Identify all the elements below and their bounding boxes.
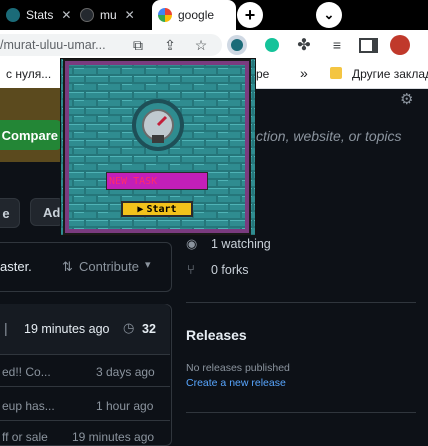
share-icon[interactable]: ⇪ xyxy=(160,35,180,55)
tab-search-chevron-down-icon[interactable]: ⌄ xyxy=(316,2,342,28)
tab-label: Stats xyxy=(26,8,54,22)
tab-github[interactable]: mu ✕ xyxy=(80,0,152,30)
extensions-puzzle-icon[interactable]: ✤ xyxy=(294,35,314,55)
create-release-link[interactable]: Create a new release xyxy=(186,377,286,389)
gauge-timer-icon xyxy=(132,99,184,151)
extension-popup: NEW TASK ▶ Start xyxy=(60,58,256,236)
address-bar[interactable]: /murat-uluu-umar... xyxy=(0,34,222,56)
translate-icon[interactable]: ⧉ xyxy=(128,35,148,55)
commit-time[interactable]: 19 minutes ago xyxy=(24,322,109,336)
reading-list-icon[interactable]: ≡ xyxy=(327,35,347,55)
pull-request-icon: ⇅ xyxy=(62,259,73,274)
bookmark-folder-other[interactable]: Другие заклад xyxy=(352,67,428,81)
github-favicon-icon xyxy=(80,8,94,22)
play-icon: ▶ xyxy=(137,203,144,215)
file-commit-message[interactable]: ed!! Co... xyxy=(2,365,51,379)
settings-gear-icon[interactable]: ⚙ xyxy=(400,90,413,108)
eye-icon: ◉ xyxy=(186,236,198,251)
profile-avatar[interactable] xyxy=(390,35,410,55)
bookmark-star-icon[interactable]: ☆ xyxy=(191,35,211,55)
forks-link[interactable]: 0 forks xyxy=(211,263,249,277)
start-button[interactable]: ▶ Start xyxy=(121,201,193,217)
branch-info-text: aster. xyxy=(0,259,32,274)
file-commit-message[interactable]: ff or sale xyxy=(2,430,48,444)
grammarly-icon[interactable] xyxy=(262,35,282,55)
no-releases-text: No releases published xyxy=(186,362,290,374)
new-tab-plus-icon[interactable]: + xyxy=(237,2,263,28)
edit-button[interactable]: e xyxy=(0,198,20,228)
file-commit-time: 3 days ago xyxy=(96,365,155,379)
folder-icon xyxy=(330,67,342,79)
tab-stats[interactable]: Stats ✕ xyxy=(0,0,80,30)
bookmark-item[interactable]: с нуля... xyxy=(6,67,51,81)
commit-divider: | xyxy=(4,320,8,336)
tab-label: google xyxy=(178,8,215,22)
file-commit-message[interactable]: eup has... xyxy=(2,399,55,413)
history-clock-icon: ◷ xyxy=(123,320,135,335)
stats-favicon-icon xyxy=(6,8,20,22)
chevron-down-icon: ▾ xyxy=(145,259,151,271)
google-favicon-icon xyxy=(158,8,172,22)
watching-link[interactable]: 1 watching xyxy=(211,237,271,251)
extension-stats-icon[interactable] xyxy=(227,35,247,55)
tab-google[interactable]: google xyxy=(152,0,236,30)
releases-title[interactable]: Releases xyxy=(186,327,247,343)
file-commit-time: 19 minutes ago xyxy=(72,430,155,444)
close-tab-icon[interactable]: ✕ xyxy=(125,8,135,22)
commit-count[interactable]: 32 xyxy=(142,322,156,336)
compare-button[interactable]: Compare xyxy=(0,120,62,150)
side-panel-icon[interactable] xyxy=(358,35,378,55)
bookmarks-overflow-icon[interactable]: » xyxy=(300,65,308,81)
task-name-input[interactable]: NEW TASK xyxy=(106,172,208,190)
start-label: Start xyxy=(146,203,177,215)
add-file-button[interactable]: Ad xyxy=(30,198,64,226)
browser-tab-strip: Stats ✕ mu ✕ google + ⌄ xyxy=(0,0,428,30)
contribute-dropdown[interactable]: Contribute xyxy=(79,259,139,274)
close-tab-icon[interactable]: ✕ xyxy=(61,8,71,22)
bookmark-item[interactable]: ре xyxy=(256,67,269,81)
about-description-placeholder: ction, website, or topics xyxy=(256,128,402,144)
tab-label: mu xyxy=(100,8,117,22)
file-commit-time: 1 hour ago xyxy=(96,399,154,413)
fork-icon: ⑂ xyxy=(187,262,195,277)
